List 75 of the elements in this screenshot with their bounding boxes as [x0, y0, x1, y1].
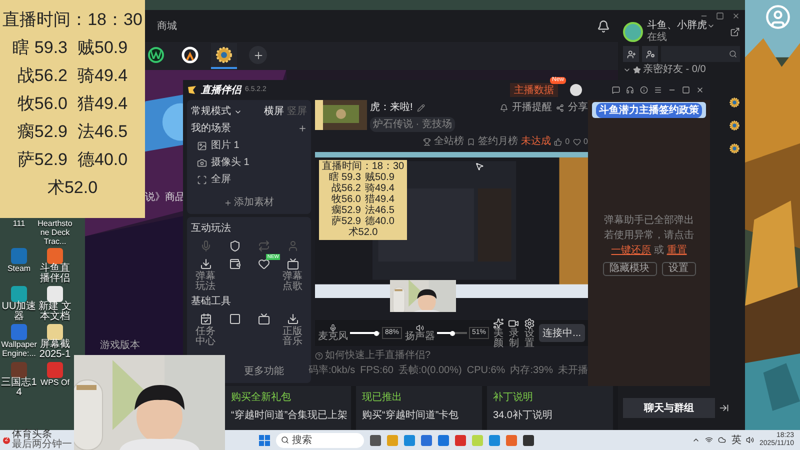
search-field[interactable]: 搜索: [276, 432, 364, 448]
gear-icon: [729, 97, 740, 108]
avatar[interactable]: [623, 22, 643, 42]
nav-link[interactable]: 商城: [157, 18, 177, 34]
restore-link[interactable]: 一键还原: [611, 245, 652, 256]
news-tag: 现已推出: [362, 390, 476, 405]
note-text: 瘸52.9: [17, 121, 68, 143]
icon-label: 新建 文本文档: [38, 302, 72, 322]
icon-label: Wallpaper Engine:...: [1, 340, 37, 358]
news-title: 购买“穿越时间道”卡包: [362, 408, 460, 423]
note-text: 战56.2: [17, 65, 68, 87]
icon-label: WPS Of: [40, 378, 70, 387]
note-text: 术52.0: [47, 177, 98, 199]
gear-icon: [729, 143, 740, 154]
add-friend-button[interactable]: [623, 46, 639, 62]
note-text: 直播时间：18：30: [2, 9, 142, 31]
icon-label: 斗鱼直播伴侣: [39, 264, 71, 284]
news-title[interactable]: 体育头条: [12, 430, 72, 440]
icon-label: Hearthstone Deck Trac...: [37, 219, 73, 246]
app-icon[interactable]: [11, 362, 27, 378]
icon-label: 三国志14: [1, 378, 37, 398]
bell-icon[interactable]: [597, 20, 610, 32]
caret-icon[interactable]: [707, 22, 715, 30]
note-text: 牧56.0: [17, 93, 68, 115]
notice-text: 若使用异常，请点击 一键还原 或 重置: [603, 228, 695, 258]
cloud-icon[interactable]: [718, 436, 726, 444]
add-icon: [252, 50, 264, 60]
group-label[interactable]: 亲密好友 - 0/0: [643, 64, 706, 75]
app-icon[interactable]: [523, 434, 534, 446]
star-icon: [633, 66, 641, 74]
chat-button[interactable]: 聊天与群组: [623, 398, 715, 418]
windows-icon[interactable]: [259, 434, 270, 446]
external-link-icon[interactable]: [730, 27, 740, 37]
gear-icon: [215, 46, 233, 64]
info-icon[interactable]: [640, 86, 648, 94]
chevron-up-icon[interactable]: [692, 436, 700, 444]
notice-button[interactable]: 设置: [662, 262, 696, 276]
news-title: 34.0补丁说明: [493, 408, 554, 423]
reset-link[interactable]: 重置: [666, 245, 687, 256]
manage-friends-button[interactable]: [642, 46, 658, 62]
note-text: 贼50.9: [78, 37, 129, 59]
user-name[interactable]: 斗鱼、小胖虎: [647, 20, 707, 32]
add-user-icon: [626, 50, 636, 58]
maximize-icon[interactable]: [682, 86, 690, 94]
news-tag: 购买全新礼包: [231, 390, 345, 405]
gear-icon: [729, 120, 740, 131]
status-text: 在线: [647, 32, 668, 44]
icon-label: 111: [12, 219, 26, 228]
app-icon[interactable]: [370, 434, 381, 446]
close-icon[interactable]: [732, 12, 740, 20]
circle-w-icon: [148, 47, 164, 63]
ring-icon: [181, 46, 199, 64]
menu-icon[interactable]: [654, 86, 662, 94]
close-icon[interactable]: [696, 86, 704, 94]
icon-label: UU加速器: [1, 302, 37, 322]
headset-icon[interactable]: [626, 86, 634, 94]
icon-label: Steam: [7, 264, 31, 273]
search-field[interactable]: [661, 46, 740, 62]
note-text: 萨52.9: [17, 149, 68, 171]
search-icon: [281, 436, 289, 444]
news-title: “穿越时间道”合集现已上架: [231, 408, 345, 423]
search-icon: [729, 50, 737, 58]
news-text[interactable]: 最后两分钟一: [12, 440, 72, 450]
icon-label: 屏幕截 2025-1: [38, 340, 72, 360]
speaker-icon[interactable]: [746, 436, 754, 444]
maximize-icon[interactable]: [716, 12, 724, 20]
notice-button[interactable]: 隐藏模块: [602, 262, 656, 276]
notice-text: 弹幕助手已全部弹出: [604, 214, 694, 228]
wifi-icon[interactable]: [705, 436, 714, 444]
news-tag: 补丁说明: [493, 390, 607, 405]
note-text: 瞎 59.3: [12, 37, 68, 59]
exit-icon[interactable]: [719, 403, 729, 413]
ime-indicator[interactable]: 英: [731, 432, 742, 448]
game-tab[interactable]: [211, 43, 237, 69]
user-gear-icon: [646, 50, 654, 58]
